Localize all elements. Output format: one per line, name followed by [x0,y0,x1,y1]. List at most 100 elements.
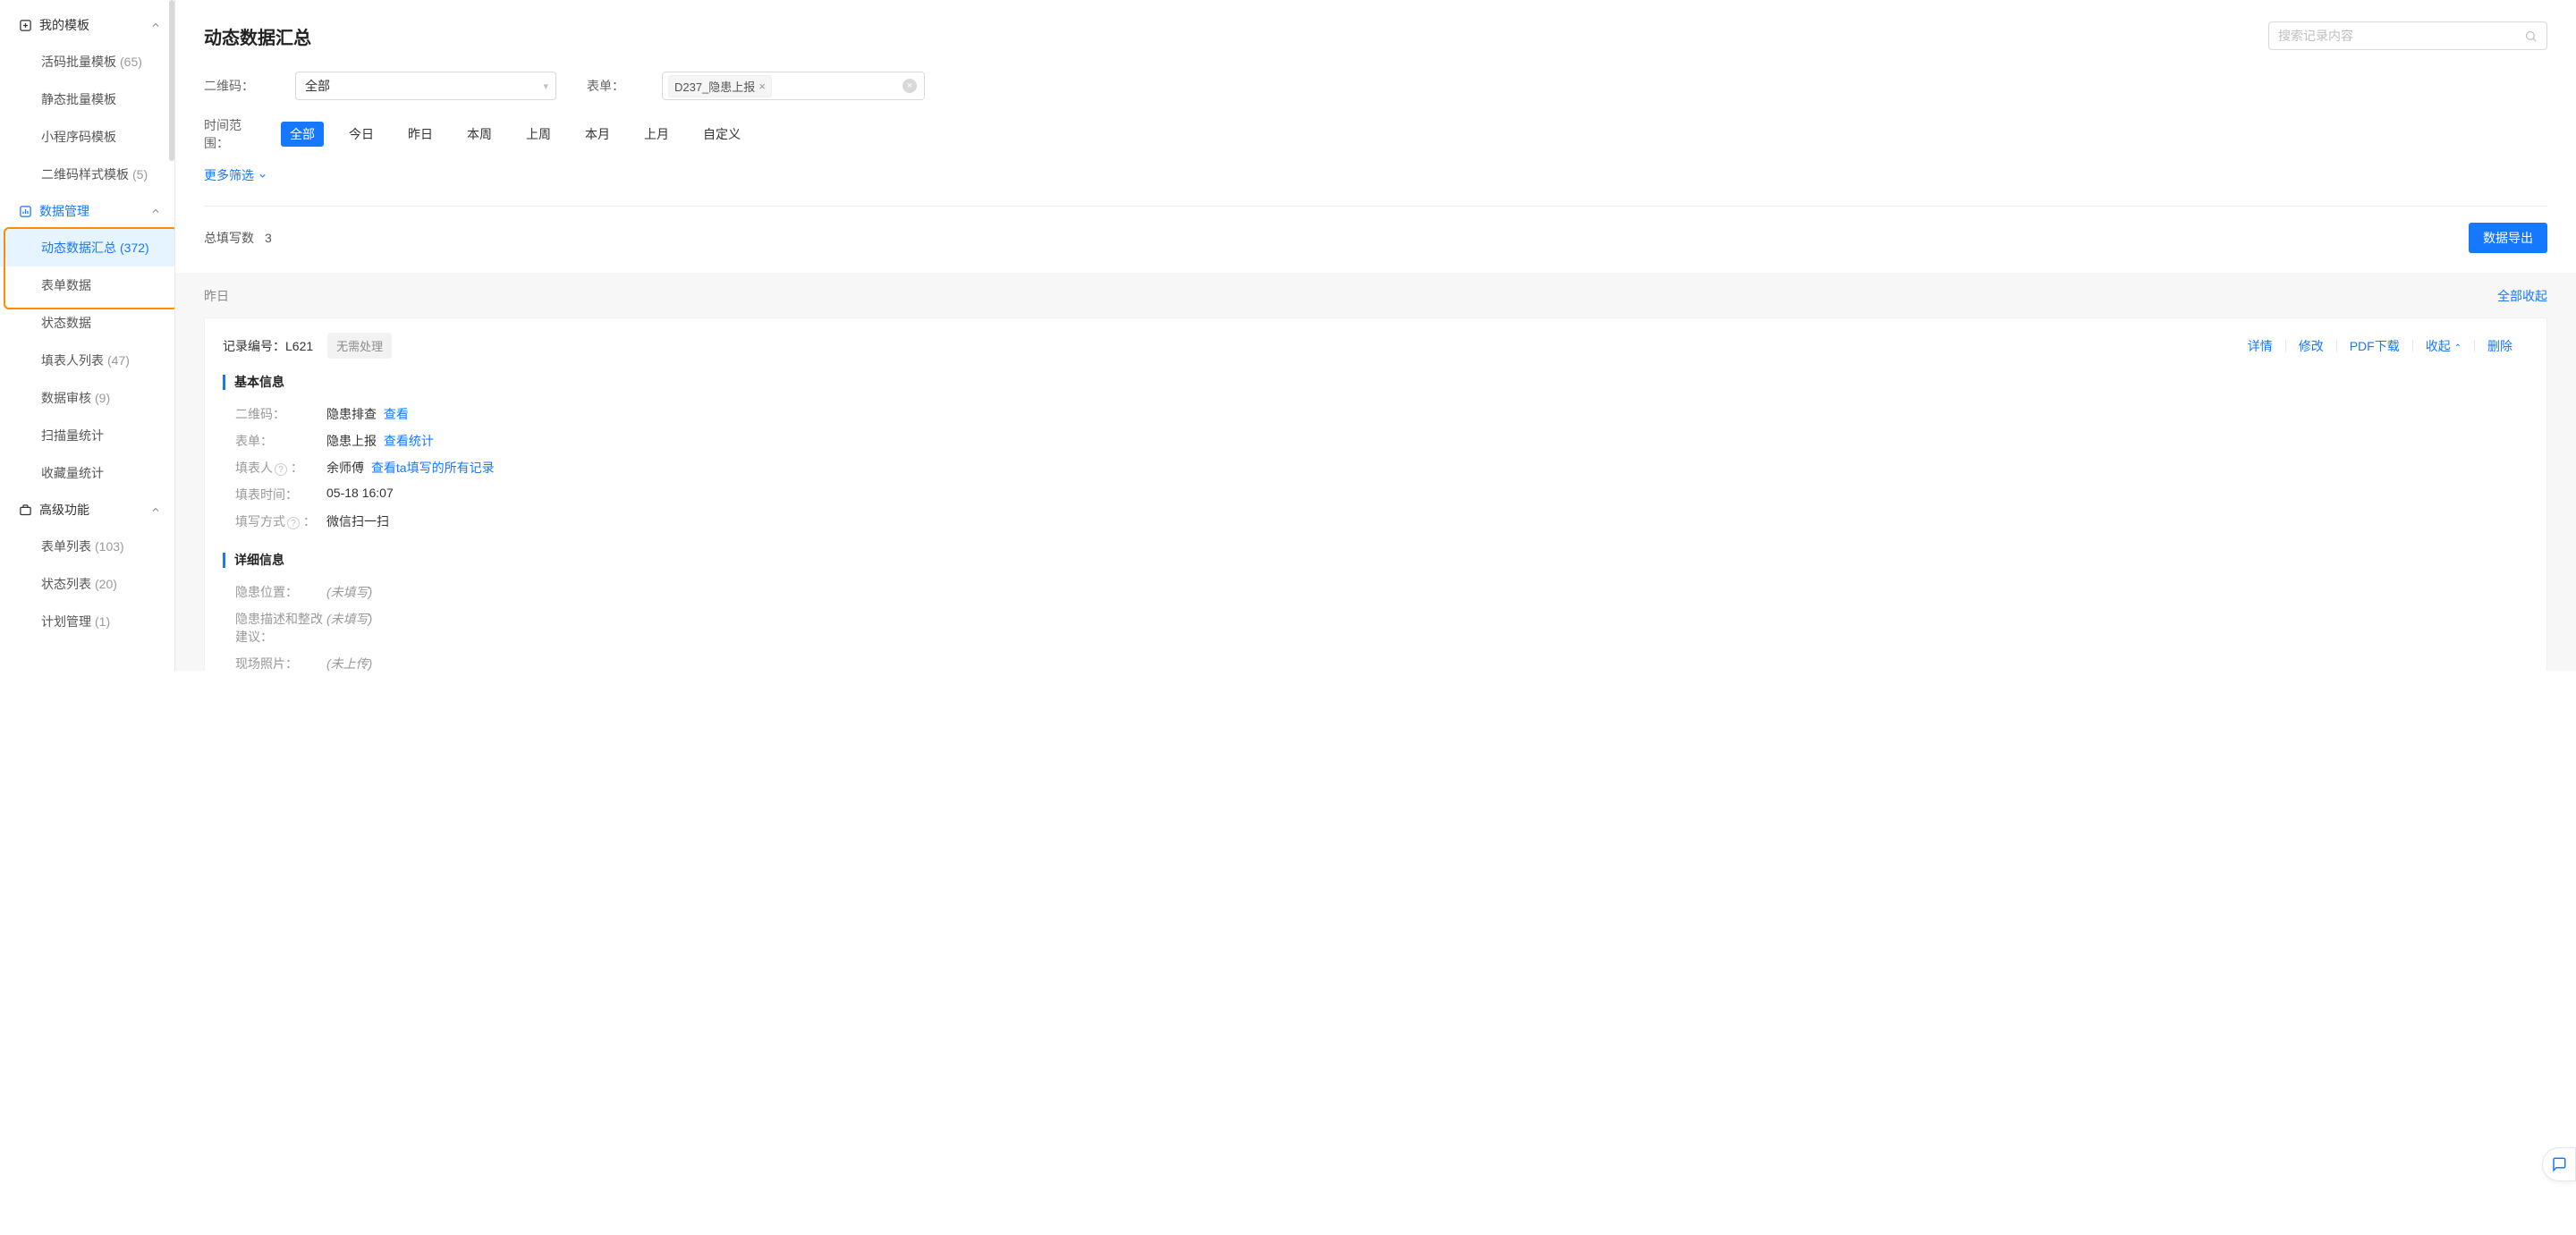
form-select[interactable]: D237_隐患上报 × × [662,72,925,100]
totals-value: 3 [265,231,272,245]
time-pill-yesterday[interactable]: 昨日 [399,122,442,147]
view-all-records-link[interactable]: 查看ta填写的所有记录 [371,461,495,475]
sidebar-item-label: 数据审核 [41,389,91,407]
time-pill-this-month[interactable]: 本月 [576,122,619,147]
time-pill-last-month[interactable]: 上月 [635,122,678,147]
sidebar-item-label: 活码批量模板 [41,53,116,71]
view-stats-link[interactable]: 查看统计 [384,434,434,448]
export-button[interactable]: 数据导出 [2469,223,2547,253]
sidebar-item-count: (20) [95,577,117,591]
action-edit[interactable]: 修改 [2286,337,2336,355]
kv-qrcode: 二维码： 隐患排查 查看 [223,401,2525,427]
kv-hazard-location: 隐患位置： (未填写) [223,579,2525,605]
sidebar-item-scan-stats[interactable]: 扫描量统计 [0,417,174,454]
chevron-down-icon [258,171,267,181]
chevron-up-icon [149,19,162,31]
qrcode-select-value: 全部 [305,77,543,95]
sidebar-item-dynamic-summary[interactable]: 动态数据汇总 (372) [0,229,174,266]
filter-time-label: 时间范围： [204,116,265,152]
sidebar-item-label: 收藏量统计 [41,464,104,482]
sidebar-item-favorite-stats[interactable]: 收藏量统计 [0,454,174,492]
chevron-down-icon: ▾ [543,80,548,92]
kv-value: 隐患上报 查看统计 [326,432,434,450]
sidebar-item-live-template[interactable]: 活码批量模板 (65) [0,43,174,80]
sidebar-item-count: (65) [120,55,142,69]
kv-filler: 填表人? ： 余师傅 查看ta填写的所有记录 [223,454,2525,481]
sidebar-item-form-data[interactable]: 表单数据 [0,266,174,304]
sidebar-item-miniprogram-template[interactable]: 小程序码模板 [0,118,174,156]
kv-key: 现场照片： [235,655,326,671]
sidebar-item-count: (372) [120,241,149,255]
sidebar-item-static-template[interactable]: 静态批量模板 [0,80,174,118]
totals-label: 总填写数 [204,229,254,247]
action-pdf[interactable]: PDF下载 [2337,337,2412,355]
kv-value-text: 隐患上报 [326,434,377,448]
filter-qrcode-label: 二维码： [204,77,265,95]
collapse-all-link[interactable]: 全部收起 [2497,287,2547,305]
clear-form-icon[interactable]: × [902,79,917,93]
more-filter-toggle[interactable]: 更多筛选 [204,166,267,184]
sidebar-item-label: 静态批量模板 [41,90,116,108]
kv-key: 隐患描述和整改建议： [235,610,326,646]
plus-square-icon [18,18,32,32]
action-delete[interactable]: 删除 [2475,337,2525,355]
search-icon [2524,30,2538,43]
action-collapse-label: 收起 [2426,339,2451,353]
kv-value: 隐患排查 查看 [326,405,409,423]
remove-tag-icon[interactable]: × [758,80,766,93]
search-input-wrapper[interactable] [2268,21,2547,50]
time-pill-today[interactable]: 今日 [340,122,383,147]
filter-form-label: 表单： [587,77,631,95]
time-pill-last-week[interactable]: 上周 [517,122,560,147]
kv-value: (未上传) [326,655,372,671]
kv-key-text: 填表人 [235,461,273,475]
sidebar-item-form-list[interactable]: 表单列表 (103) [0,528,174,565]
search-input[interactable] [2278,29,2524,43]
sidebar-item-label: 表单列表 [41,537,91,555]
page-title: 动态数据汇总 [204,23,311,49]
sidebar-item-count: (47) [107,353,130,368]
sidebar-item-label: 二维码样式模板 [41,165,129,183]
action-collapse[interactable]: 收起 ⌃ [2413,337,2474,355]
record-no-value: L621 [285,339,313,353]
sidebar-section-templates[interactable]: 我的模板 [0,7,174,43]
time-pill-this-week[interactable]: 本周 [458,122,501,147]
more-filter-label: 更多筛选 [204,166,254,184]
kv-key-text: 填写方式 [235,514,285,529]
action-detail[interactable]: 详情 [2235,337,2285,355]
sidebar-section-label: 数据管理 [39,202,149,220]
sidebar-item-plan-management[interactable]: 计划管理 (1) [0,603,174,640]
sidebar-item-status-list[interactable]: 状态列表 (20) [0,565,174,603]
sidebar-item-filler-list[interactable]: 填表人列表 (47) [0,342,174,379]
briefcase-icon [18,503,32,517]
sidebar-item-label: 状态列表 [41,575,91,593]
kv-form: 表单： 隐患上报 查看统计 [223,427,2525,454]
kv-value: (未填写) [326,610,372,628]
view-qrcode-link[interactable]: 查看 [384,407,409,421]
chat-icon [2551,1156,2567,1172]
sidebar-item-qrcode-style-template[interactable]: 二维码样式模板 (5) [0,156,174,193]
time-pill-custom[interactable]: 自定义 [694,122,750,147]
sidebar-item-label: 计划管理 [41,613,91,630]
help-fab[interactable] [2542,1147,2576,1181]
sidebar: 我的模板 活码批量模板 (65) 静态批量模板 小程序码模板 二维码样式模板 (… [0,0,175,671]
status-badge: 无需处理 [327,333,392,359]
kv-key: 填表人? ： [235,459,326,477]
section-basic-title: 基本信息 [223,375,2525,390]
sidebar-item-status-data[interactable]: 状态数据 [0,304,174,342]
qrcode-select[interactable]: 全部 ▾ [295,72,556,100]
help-icon[interactable]: ? [287,517,300,529]
sidebar-section-data[interactable]: 数据管理 [0,193,174,229]
sidebar-item-data-review[interactable]: 数据审核 (9) [0,379,174,417]
sidebar-section-advanced[interactable]: 高级功能 [0,492,174,528]
time-pill-all[interactable]: 全部 [281,122,324,147]
sidebar-item-count: (1) [95,614,110,629]
kv-value: 余师傅 查看ta填写的所有记录 [326,459,495,477]
sidebar-scrollbar[interactable] [169,0,174,161]
kv-key: 二维码： [235,405,326,423]
divider [204,206,2547,207]
kv-key: 表单： [235,432,326,450]
help-icon[interactable]: ? [275,463,287,476]
kv-value-text: 隐患排查 [326,407,377,421]
kv-value-text: 余师傅 [326,461,364,475]
